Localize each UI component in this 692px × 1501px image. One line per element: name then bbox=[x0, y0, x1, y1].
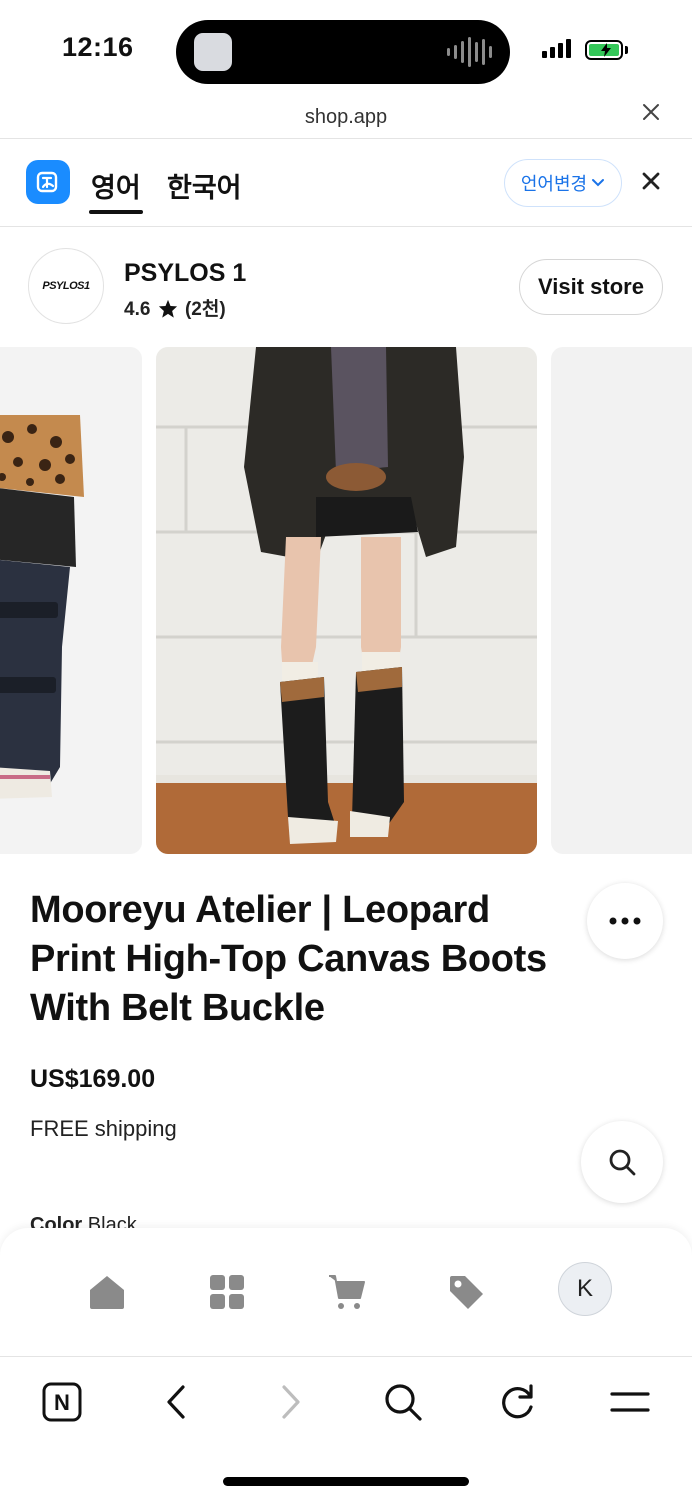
home-icon[interactable] bbox=[85, 1270, 129, 1314]
app-bottom-nav: K bbox=[0, 1228, 692, 1356]
tag-icon[interactable] bbox=[444, 1270, 488, 1314]
reload-icon[interactable] bbox=[492, 1377, 542, 1427]
star-icon bbox=[158, 299, 177, 318]
status-time: 12:16 bbox=[62, 32, 134, 62]
search-icon bbox=[609, 1149, 636, 1176]
battery-cap bbox=[625, 46, 628, 54]
tab-icon[interactable]: N bbox=[37, 1377, 87, 1427]
browser-toolbar: N bbox=[0, 1356, 692, 1501]
divider bbox=[0, 226, 692, 227]
visit-store-button[interactable]: Visit store bbox=[519, 259, 663, 315]
product-image-next[interactable] bbox=[551, 347, 692, 854]
shipping-info: FREE shipping bbox=[30, 1116, 177, 1141]
change-language-label: 언어변경 bbox=[520, 174, 588, 194]
search-icon[interactable] bbox=[378, 1377, 428, 1427]
tab-letter: N bbox=[54, 1390, 70, 1415]
product-image-prev[interactable] bbox=[0, 347, 142, 854]
active-tab-indicator bbox=[89, 210, 143, 214]
close-icon[interactable] bbox=[640, 100, 662, 128]
store-logo[interactable]: PSYLOS1 bbox=[28, 248, 104, 324]
menu-icon[interactable] bbox=[605, 1377, 655, 1427]
product-title: Mooreyu Atelier | Leopard Print High-Top… bbox=[30, 889, 547, 1029]
back-icon[interactable] bbox=[151, 1377, 201, 1427]
app-thumbnail-icon bbox=[194, 33, 232, 71]
more-dots-icon bbox=[609, 917, 641, 925]
chevron-down-icon bbox=[592, 179, 605, 187]
store-rating: 4.6 (2천) bbox=[124, 294, 226, 321]
tab-korean[interactable]: 한국어 bbox=[167, 166, 242, 205]
translate-logo-icon bbox=[26, 160, 70, 204]
store-name[interactable]: PSYLOS 1 bbox=[124, 259, 246, 288]
battery-icon bbox=[585, 40, 623, 60]
cart-icon[interactable] bbox=[325, 1270, 369, 1314]
review-count: (2천) bbox=[184, 299, 226, 320]
cellular-signal-icon bbox=[542, 39, 571, 58]
divider bbox=[0, 138, 692, 139]
url-text[interactable]: shop.app bbox=[0, 106, 692, 129]
change-language-button[interactable]: 언어변경 bbox=[504, 159, 622, 207]
avatar[interactable]: K bbox=[558, 1262, 612, 1316]
rating-value: 4.6 bbox=[124, 299, 151, 320]
audio-wave-icon bbox=[447, 37, 492, 67]
categories-icon[interactable] bbox=[205, 1270, 249, 1314]
product-price: US$169.00 bbox=[30, 1065, 156, 1093]
close-translate-icon[interactable] bbox=[640, 168, 662, 198]
more-options-button[interactable] bbox=[587, 883, 663, 959]
home-indicator[interactable] bbox=[223, 1477, 469, 1486]
dynamic-island bbox=[176, 20, 510, 84]
product-image-main[interactable] bbox=[156, 347, 537, 854]
search-button[interactable] bbox=[581, 1121, 663, 1203]
tab-english[interactable]: 영어 bbox=[91, 166, 141, 205]
forward-icon[interactable] bbox=[266, 1377, 316, 1427]
